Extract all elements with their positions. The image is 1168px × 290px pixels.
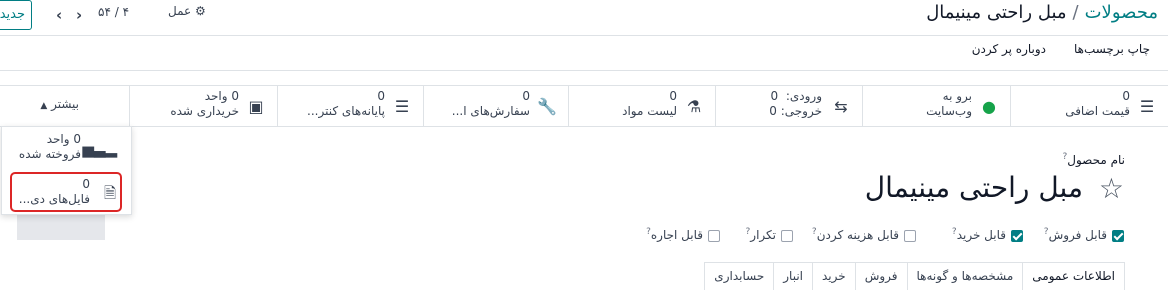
checkbox-icon[interactable] <box>1011 229 1023 242</box>
bom-label: لیست مواد <box>622 104 677 118</box>
product-name-label-text: نام محصول <box>1067 153 1125 167</box>
pos-label: پایانه‌های کنتر... <box>307 104 385 118</box>
sold-line2: فروخته شده <box>18 147 81 161</box>
pos-count: 0 <box>377 89 385 103</box>
repairs-label: سفارش‌های ا... <box>451 104 530 118</box>
tab-general-information[interactable]: اطلاعات عمومی <box>1022 262 1125 290</box>
tab-attributes-variants[interactable]: مشخصه‌ها و گونه‌ها <box>906 262 1024 290</box>
sold-line1: 0 واحد <box>46 132 81 146</box>
smart-buttons-row: ☰ 0 قیمت اضافی ● برو به وب‌سایت ⇆ ورودی: 0… <box>0 85 1168 127</box>
globe-icon: ● <box>982 97 996 116</box>
checkbox-label: تکرار <box>750 228 776 242</box>
wrench-icon: 🔧 <box>537 97 557 116</box>
list-icon: ☰ <box>1139 97 1155 116</box>
caret-up-icon: ▲ <box>40 101 48 111</box>
bar-chart-icon: ▂▃▅ <box>82 140 117 158</box>
favorite-star-icon[interactable]: ☆ <box>1099 172 1124 205</box>
divider <box>0 70 1168 71</box>
breadcrumb-current: مبل راحتی مینیمال <box>926 2 1067 23</box>
list-icon: ☰ <box>394 97 410 116</box>
checkbox-can-be-rented[interactable]: قابل اجاره? <box>646 227 720 242</box>
out-label: خروجی: <box>780 104 822 118</box>
extra-price-smart-button[interactable]: ☰ 0 قیمت اضافی <box>1010 86 1168 127</box>
tab-purchase[interactable]: خرید <box>812 262 856 290</box>
in-label: ورودی: <box>785 89 822 103</box>
website-line1: برو به <box>942 89 972 103</box>
product-title[interactable]: مبل راحتی مینیمال <box>865 171 1083 204</box>
action-menu-button[interactable]: ⚙ عمل <box>168 4 206 18</box>
checkbox-label: قابل فروش <box>1048 228 1107 242</box>
checkbox-icon[interactable] <box>781 229 793 242</box>
checkbox-label: قابل هزینه کردن <box>816 228 899 242</box>
credit-card-icon: ▣ <box>248 97 264 116</box>
flask-icon: ⚗ <box>686 97 702 116</box>
documents-smart-button[interactable]: 🗎 0 فایل‌های دی... <box>10 172 122 212</box>
next-record-icon[interactable]: › <box>76 6 82 24</box>
checkbox-label: قابل خرید <box>956 228 1006 242</box>
checkbox-icon[interactable] <box>1112 229 1124 242</box>
breadcrumb-separator: / <box>1072 2 1079 23</box>
checkbox-can-be-expensed[interactable]: قابل هزینه کردن? <box>812 227 916 242</box>
breadcrumb: محصولات /مبل راحتی مینیمال <box>926 2 1158 23</box>
sold-smart-button[interactable]: ▂▃▅ 0 واحد فروخته شده <box>2 127 131 169</box>
in-out-smart-button[interactable]: ⇆ ورودی: 0 خروجی: 0 <box>715 86 862 127</box>
tab-inventory[interactable]: انبار <box>773 262 813 290</box>
out-value: 0 <box>769 104 777 118</box>
in-value: 0 <box>770 89 779 103</box>
checkbox-can-be-purchased[interactable]: قابل خرید? <box>952 227 1023 242</box>
more-smart-button[interactable]: بیشتر ▲ <box>0 86 129 127</box>
exchange-icon: ⇆ <box>834 97 848 116</box>
purchased-line1: 0 واحد <box>204 89 239 103</box>
documents-label: فایل‌های دی... <box>18 192 90 206</box>
extra-price-count: 0 <box>1122 89 1130 103</box>
new-button[interactable]: جدید <box>0 0 32 30</box>
repairs-count: 0 <box>522 89 530 103</box>
website-smart-button[interactable]: ● برو به وب‌سایت <box>862 86 1010 127</box>
form-tabs: اطلاعات عمومی مشخصه‌ها و گونه‌ها فروش خر… <box>704 262 1125 290</box>
documents-count: 0 <box>82 177 90 191</box>
replenish-button[interactable]: دوباره پر کردن <box>972 42 1046 56</box>
purchased-line2: خریداری شده <box>170 104 239 118</box>
bom-count: 0 <box>669 89 677 103</box>
tab-sales[interactable]: فروش <box>854 262 908 290</box>
purchased-smart-button[interactable]: ▣ 0 واحد خریداری شده <box>129 86 277 127</box>
checkbox-label: قابل اجاره <box>650 228 703 242</box>
gear-icon: ⚙ <box>195 4 206 18</box>
divider <box>0 35 1168 36</box>
checkbox-can-be-sold[interactable]: قابل فروش? <box>1044 227 1124 242</box>
checkbox-icon[interactable] <box>904 229 916 242</box>
file-icon: 🗎 <box>103 184 116 202</box>
previous-record-icon[interactable]: ‹ <box>56 6 62 24</box>
checkbox-icon[interactable] <box>708 229 720 242</box>
pos-smart-button[interactable]: ☰ 0 پایانه‌های کنتر... <box>277 86 423 127</box>
bom-smart-button[interactable]: ⚗ 0 لیست مواد <box>568 86 715 127</box>
pager-value[interactable]: ۵۴ / ۴ <box>98 5 129 19</box>
more-label: بیشتر <box>51 97 79 111</box>
breadcrumb-products-link[interactable]: محصولات <box>1085 2 1158 23</box>
more-dropdown-menu: ▂▃▅ 0 واحد فروخته شده 🗎 0 فایل‌های دی... <box>1 126 132 215</box>
print-labels-button[interactable]: چاپ برچسب‌ها <box>1074 42 1150 56</box>
extra-price-label: قیمت اضافی <box>1065 104 1130 118</box>
repairs-smart-button[interactable]: 🔧 0 سفارش‌های ا... <box>423 86 568 127</box>
website-line2: وب‌سایت <box>926 104 972 118</box>
action-menu-label: عمل <box>168 4 192 18</box>
tab-accounting[interactable]: حسابداری <box>704 262 775 290</box>
checkbox-recurring[interactable]: تکرار? <box>746 227 793 242</box>
product-name-label: نام محصول? <box>1062 152 1125 167</box>
